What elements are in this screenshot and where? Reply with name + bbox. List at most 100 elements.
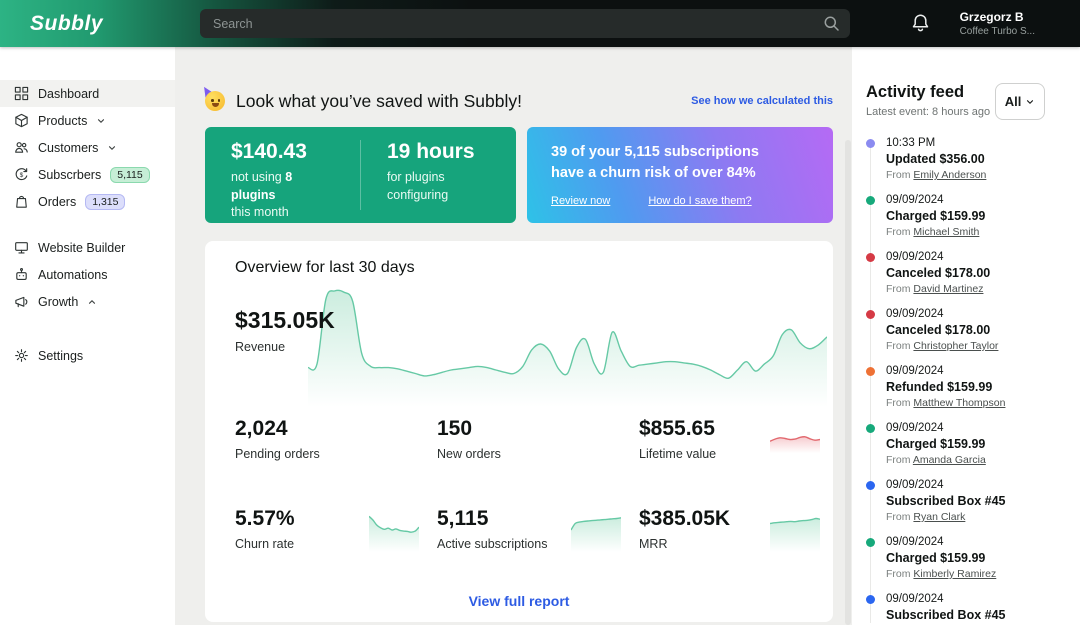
sidebar-item-products[interactable]: Products xyxy=(0,107,175,134)
stat-active-subscriptions: 5,115 Active subscriptions xyxy=(437,506,639,552)
savings-title: Look what you’ve saved with Subbly! xyxy=(236,91,522,112)
event-action: Updated $356.00 xyxy=(886,152,1080,166)
event-time: 09/09/2024 xyxy=(886,308,1080,320)
customer-link[interactable]: Emily Anderson xyxy=(913,169,986,181)
stat-lifetime-value: $855.65 Lifetime value xyxy=(639,417,823,462)
hours-line1: for plugins xyxy=(387,169,490,187)
topbar-right: Grzegorz B Coffee Turbo S... xyxy=(911,10,1080,37)
savings-period-line: this month xyxy=(231,204,334,222)
stat-label: Lifetime value xyxy=(639,446,716,462)
feed-item[interactable]: 09/09/2024 Charged $159.99 From Amanda G… xyxy=(866,422,1080,466)
sidebar-item-automations[interactable]: Automations xyxy=(0,261,175,288)
event-type-dot xyxy=(866,367,875,376)
customer-link[interactable]: Michael Smith xyxy=(913,226,979,238)
sidebar: Dashboard Products Customers $ Subscrber… xyxy=(0,47,175,625)
feed-item[interactable]: 09/09/2024 Subscribed Box #45 From Megan… xyxy=(866,593,1080,625)
activity-feed-panel: Activity feed Latest event: 8 hours ago … xyxy=(852,47,1080,625)
feed-item[interactable]: 09/09/2024 Charged $159.99 From Michael … xyxy=(866,194,1080,238)
customer-link[interactable]: Christopher Taylor xyxy=(913,340,998,352)
how-to-save-link[interactable]: How do I save them? xyxy=(648,195,751,207)
feed-item[interactable]: 09/09/2024 Subscribed Box #45 From Ryan … xyxy=(866,479,1080,523)
monitor-icon xyxy=(14,240,29,255)
feed-item[interactable]: 09/09/2024 Canceled $178.00 From David M… xyxy=(866,251,1080,295)
event-type-dot xyxy=(866,481,875,490)
hours-line2: configuring xyxy=(387,187,490,205)
robot-icon xyxy=(14,267,29,282)
savings-hours-column: 19 hours for plugins configuring xyxy=(360,140,516,210)
event-from: From Amanda Garcia xyxy=(886,454,1080,466)
savings-header: Look what you’ve saved with Subbly! See … xyxy=(205,90,833,112)
user-store-name: Coffee Turbo S... xyxy=(960,26,1035,37)
stat-label: Pending orders xyxy=(235,446,320,462)
sidebar-item-website-builder[interactable]: Website Builder xyxy=(0,234,175,261)
subscription-refresh-icon: $ xyxy=(14,167,29,182)
event-type-dot xyxy=(866,253,875,262)
stat-churn-rate: 5.57% Churn rate xyxy=(235,506,437,552)
view-full-report-link[interactable]: View full report xyxy=(205,593,833,609)
event-time: 09/09/2024 xyxy=(886,251,1080,263)
see-calculation-link[interactable]: See how we calculated this xyxy=(691,95,833,107)
event-type-dot xyxy=(866,310,875,319)
search-input[interactable] xyxy=(200,9,850,38)
overview-card: Overview for last 30 days $315.05K Reven… xyxy=(205,241,833,622)
logo-area: Subbly xyxy=(0,12,175,36)
event-from: From Christopher Taylor xyxy=(886,340,1080,352)
event-action: Subscribed Box #45 xyxy=(886,608,1080,622)
bag-icon xyxy=(14,194,29,209)
event-action: Subscribed Box #45 xyxy=(886,494,1080,508)
stat-value: 2,024 xyxy=(235,417,320,441)
stat-value: $855.65 xyxy=(639,417,716,441)
grid-icon xyxy=(14,86,29,101)
sidebar-item-orders[interactable]: Orders 1,315 xyxy=(0,188,175,215)
revenue-label: Revenue xyxy=(235,339,335,355)
main-content: Look what you’ve saved with Subbly! See … xyxy=(175,47,852,625)
scrollbar[interactable] xyxy=(845,140,851,625)
activity-filter-dropdown[interactable]: All xyxy=(995,83,1045,120)
sidebar-item-subscrbers[interactable]: $ Subscrbers 5,115 xyxy=(0,161,175,188)
sidebar-item-settings[interactable]: Settings xyxy=(0,342,175,369)
subbly-logo[interactable]: Subbly xyxy=(30,12,103,35)
event-type-dot xyxy=(866,595,875,604)
stat-value: 5.57% xyxy=(235,507,295,531)
customer-link[interactable]: Matthew Thompson xyxy=(913,397,1005,409)
stat-value: $385.05K xyxy=(639,507,730,531)
stat-label: Churn rate xyxy=(235,536,295,552)
user-menu[interactable]: Grzegorz B Coffee Turbo S... xyxy=(960,10,1035,37)
stat-pending-orders: 2,024 Pending orders xyxy=(235,417,437,462)
savings-amount: $140.43 xyxy=(231,140,334,164)
mrr-sparkline xyxy=(770,506,820,552)
event-time: 09/09/2024 xyxy=(886,536,1080,548)
notifications-bell-icon[interactable] xyxy=(911,13,930,34)
customer-link[interactable]: Ryan Clark xyxy=(913,511,965,523)
chevron-down-icon xyxy=(1025,97,1035,107)
savings-card: $140.43 not using 8 plugins this month 1… xyxy=(205,127,516,223)
sidebar-item-growth[interactable]: Growth xyxy=(0,288,175,315)
sidebar-item-dashboard[interactable]: Dashboard xyxy=(0,80,175,107)
customer-link[interactable]: David Martinez xyxy=(913,283,983,295)
event-type-dot xyxy=(866,538,875,547)
feed-item[interactable]: 09/09/2024 Refunded $159.99 From Matthew… xyxy=(866,365,1080,409)
chevron-up-icon xyxy=(87,297,97,307)
activity-latest-event: Latest event: 8 hours ago xyxy=(866,106,1080,118)
event-from: From Ryan Clark xyxy=(886,511,1080,523)
revenue-stat: $315.05K Revenue xyxy=(235,307,335,355)
review-now-link[interactable]: Review now xyxy=(551,195,610,207)
stat-label: New orders xyxy=(437,446,501,462)
chevron-down-icon xyxy=(96,116,106,126)
stat-label: Active subscriptions xyxy=(437,536,547,552)
feed-item[interactable]: 09/09/2024 Charged $159.99 From Kimberly… xyxy=(866,536,1080,580)
svg-text:$: $ xyxy=(20,172,24,179)
stat-value: 150 xyxy=(437,417,501,441)
event-time: 09/09/2024 xyxy=(886,422,1080,434)
activity-feed-list: 10:33 PM Updated $356.00 From Emily Ande… xyxy=(866,137,1080,625)
customer-link[interactable]: Amanda Garcia xyxy=(913,454,986,466)
event-type-dot xyxy=(866,196,875,205)
lifetime-value-sparkline xyxy=(770,426,820,453)
activity-feed-title: Activity feed xyxy=(866,83,1080,102)
feed-item[interactable]: 10:33 PM Updated $356.00 From Emily Ande… xyxy=(866,137,1080,181)
sidebar-item-customers[interactable]: Customers xyxy=(0,134,175,161)
savings-hours: 19 hours xyxy=(387,140,490,164)
customer-link[interactable]: Kimberly Ramirez xyxy=(913,568,996,580)
feed-item[interactable]: 09/09/2024 Canceled $178.00 From Christo… xyxy=(866,308,1080,352)
churn-risk-card: 39 of your 5,115 subscriptions have a ch… xyxy=(527,127,833,223)
